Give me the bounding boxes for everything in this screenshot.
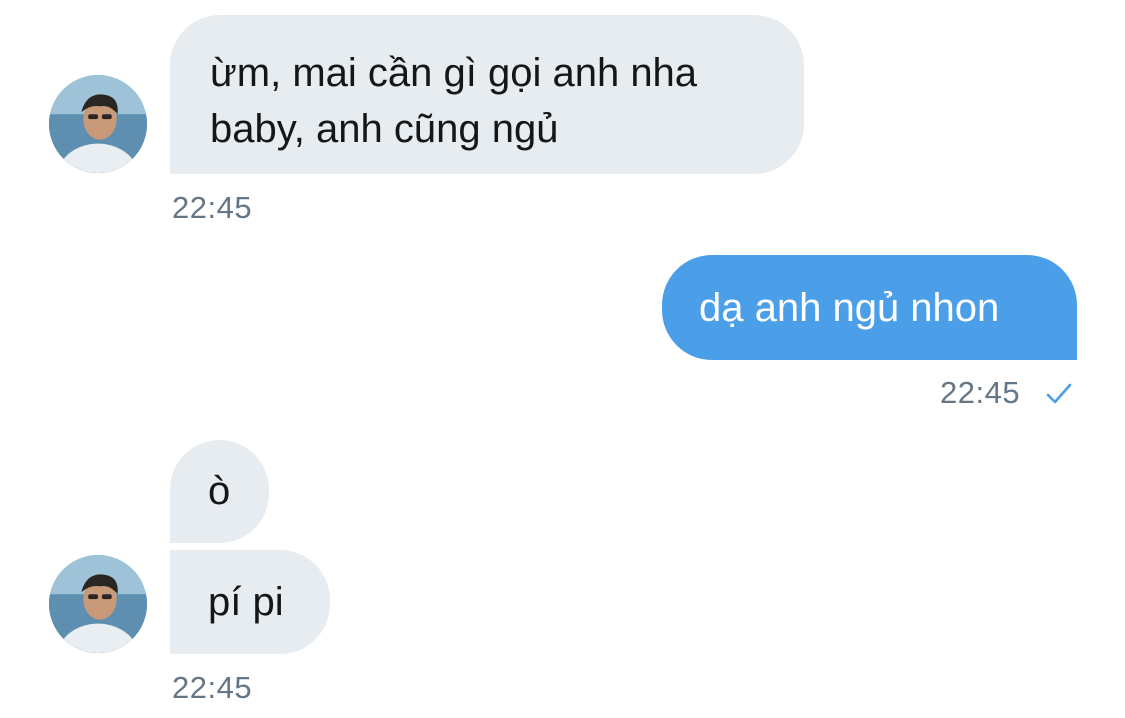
contact-avatar[interactable]	[49, 555, 147, 653]
contact-avatar[interactable]	[49, 75, 147, 173]
avatar-photo-icon	[49, 75, 147, 173]
message-line: baby, anh cũng ngủ	[210, 107, 559, 151]
message-bubble-incoming[interactable]: pí pi	[170, 550, 330, 654]
avatar-photo-icon	[49, 555, 147, 653]
message-bubble-incoming[interactable]: ừm, mai cần gì gọi anh nha baby, anh cũn…	[170, 15, 804, 174]
message-bubble-incoming[interactable]: ò	[170, 440, 269, 543]
message-line: pí pi	[208, 580, 284, 624]
message-line: ò	[208, 469, 231, 513]
message-timestamp: 22:45	[940, 375, 1021, 410]
message-line: dạ anh ngủ nhon	[699, 286, 1000, 330]
message-timestamp: 22:45	[172, 670, 253, 705]
message-bubble-outgoing[interactable]: dạ anh ngủ nhon	[662, 255, 1077, 360]
message-timestamp: 22:45	[172, 190, 253, 225]
message-line: ừm, mai cần gì gọi anh nha	[210, 51, 698, 95]
checkmark-icon	[1046, 383, 1072, 404]
